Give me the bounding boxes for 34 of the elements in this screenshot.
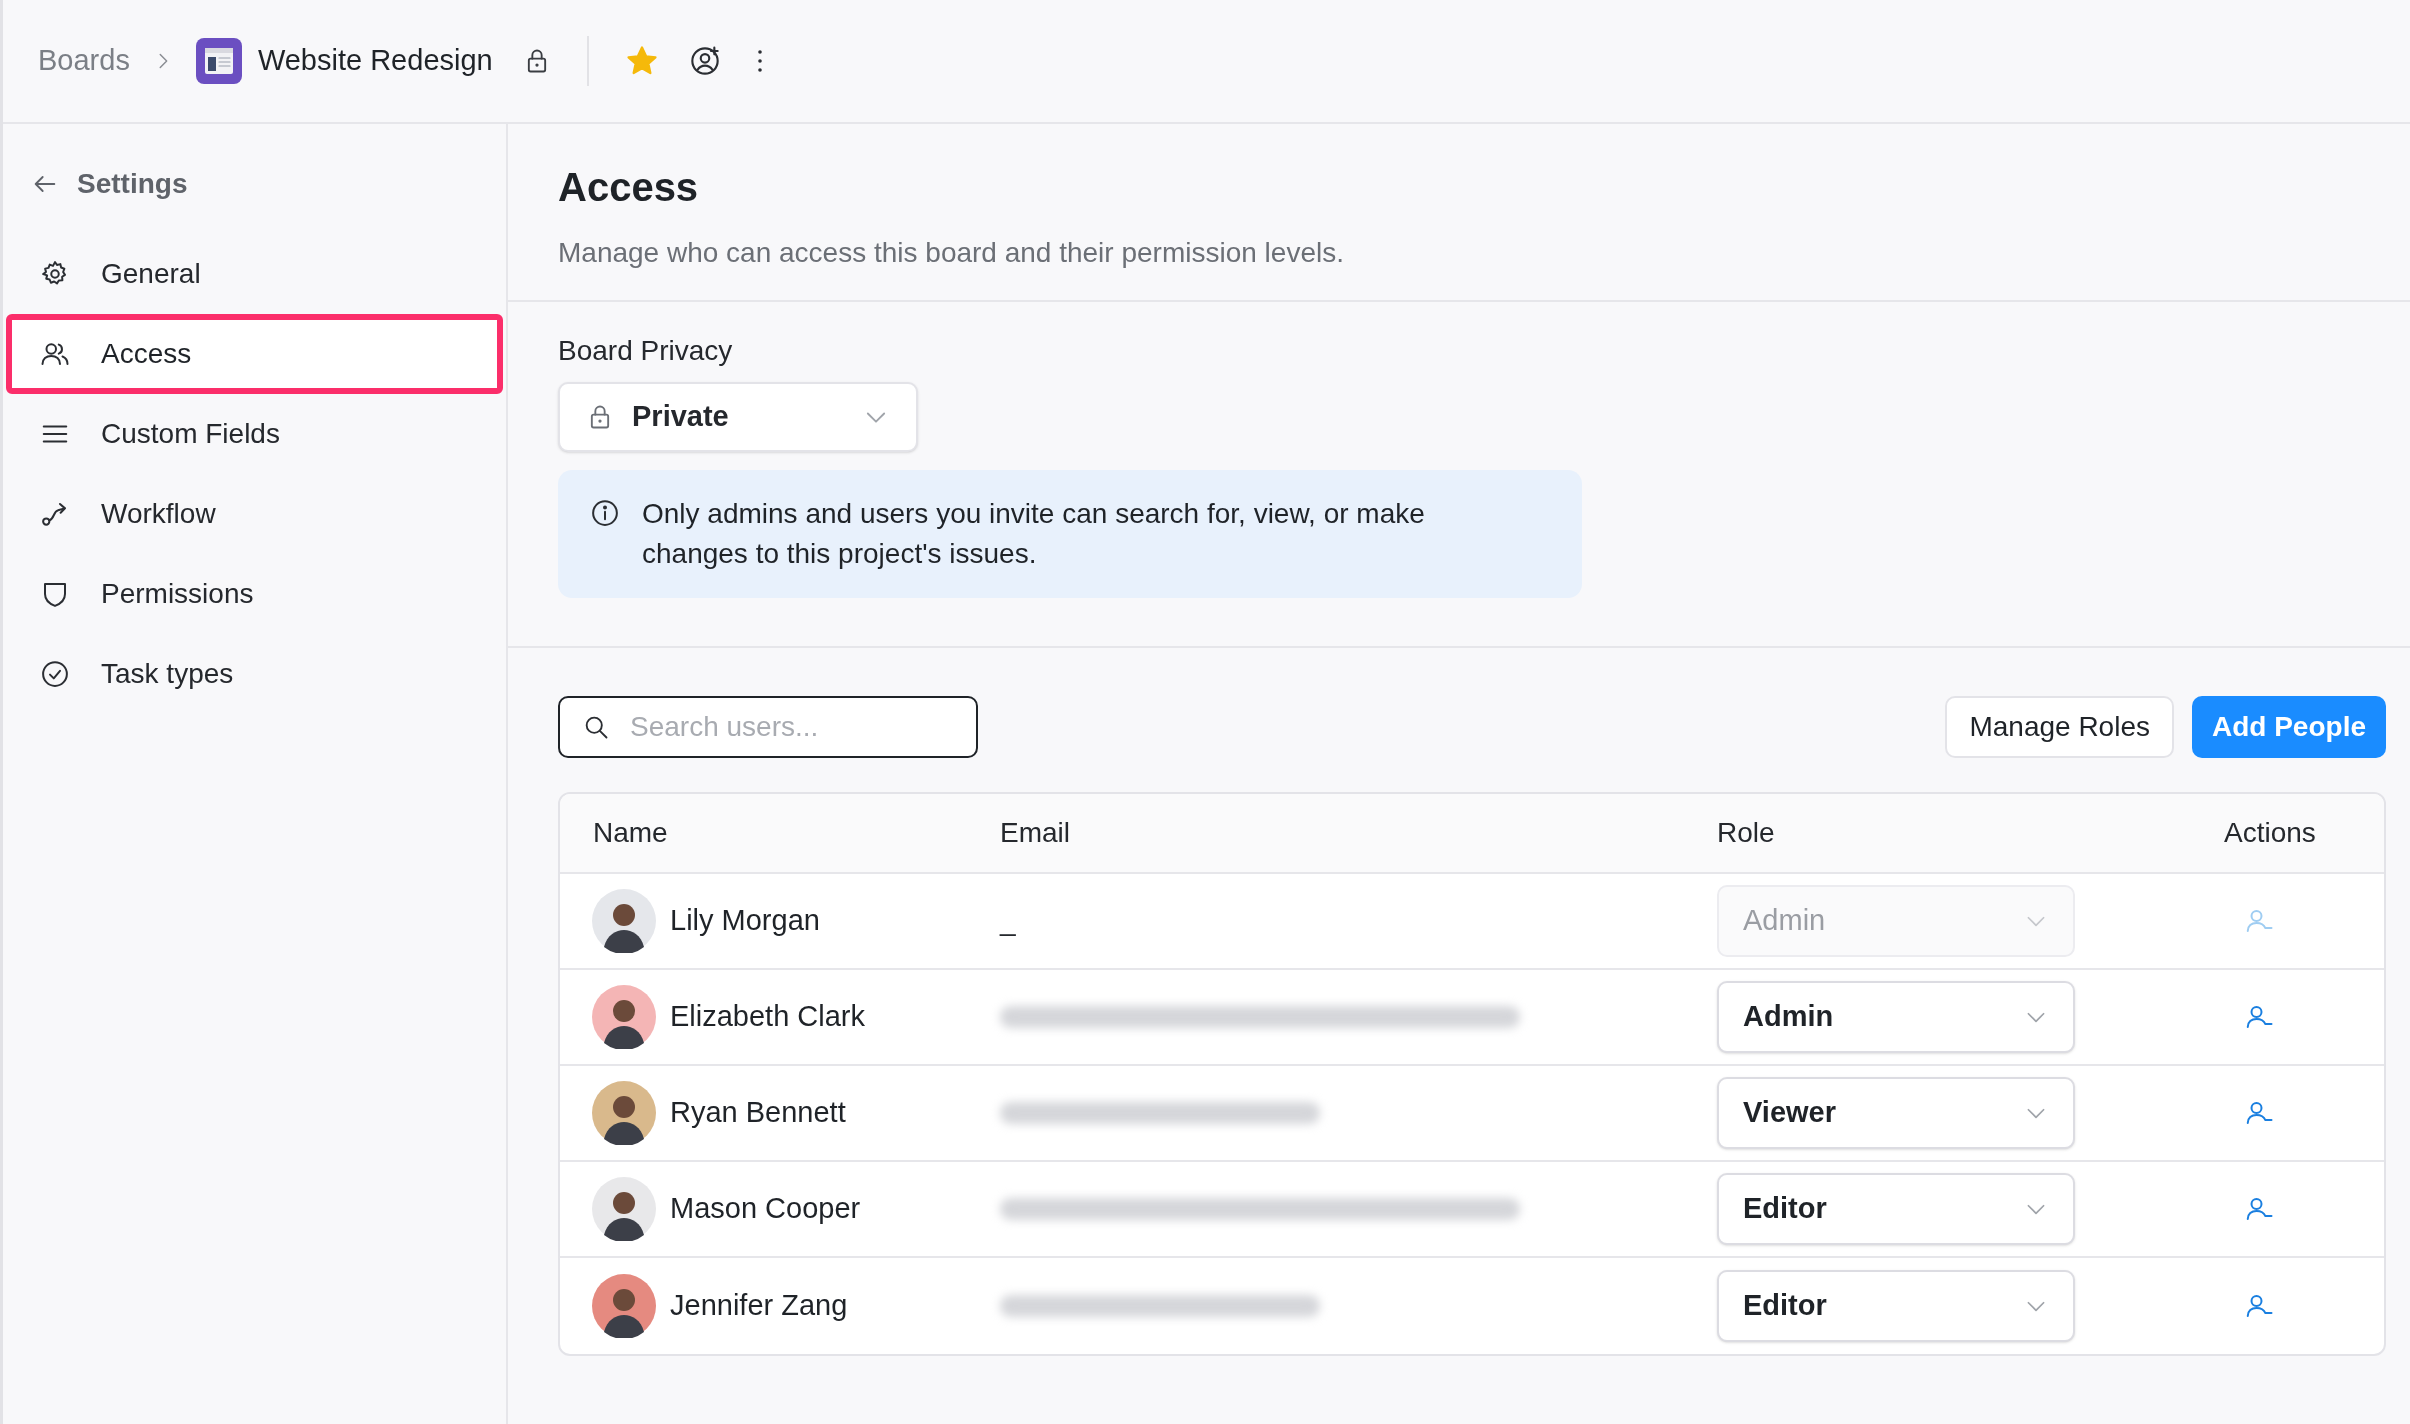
info-icon — [590, 498, 620, 528]
page-description: Manage who can access this board and their permission levels. — [558, 236, 1345, 270]
column-header: Name — [593, 817, 668, 848]
sidebar-item[interactable]: Workflow — [3, 474, 506, 554]
info-text: Only admins and users you invite can search for, view, or make changes to this project's issues. — [642, 497, 1426, 571]
board-icon — [195, 38, 242, 84]
sidebar-item[interactable]: General — [3, 234, 506, 314]
role-dropdown[interactable]: Admin — [1717, 981, 2075, 1053]
breadcrumb-link[interactable]: Boards — [38, 39, 130, 83]
user-name: Ryan Bennett — [670, 1095, 846, 1131]
field-label: Board Privacy — [558, 334, 734, 368]
privacy-dropdown[interactable]: Private — [558, 382, 918, 452]
sidebar-item[interactable]: Task types — [3, 634, 506, 714]
user-name: Lily Morgan — [670, 903, 820, 939]
back-link[interactable]: Settings — [77, 163, 188, 205]
board-title: Website Redesign — [257, 43, 493, 79]
role-dropdown[interactable]: Editor — [1717, 1270, 2075, 1342]
column-header: Email — [1000, 817, 1070, 848]
add-user-icon — [688, 45, 721, 77]
check-circle-icon — [40, 659, 70, 689]
sidebar-item[interactable]: Permissions — [3, 554, 506, 634]
column-header: Actions — [2224, 817, 2316, 848]
user-name: Mason Cooper — [670, 1191, 861, 1227]
sidebar-item[interactable]: Custom Fields — [3, 394, 506, 474]
page-title: Access — [558, 164, 700, 211]
role-dropdown[interactable]: Editor — [1717, 1173, 2075, 1245]
user-email: _ — [1000, 905, 1016, 936]
role-dropdown[interactable]: Viewer — [1717, 1077, 2075, 1149]
column-header: Role — [1717, 817, 1775, 848]
manage-roles-button[interactable]: Manage Roles — [1945, 696, 2174, 758]
user-name: Elizabeth Clark — [670, 999, 866, 1035]
search-field[interactable]: Search users... — [558, 696, 978, 758]
sidebar-item[interactable]: Access — [6, 314, 503, 394]
user-name: Jennifer Zang — [670, 1288, 848, 1324]
